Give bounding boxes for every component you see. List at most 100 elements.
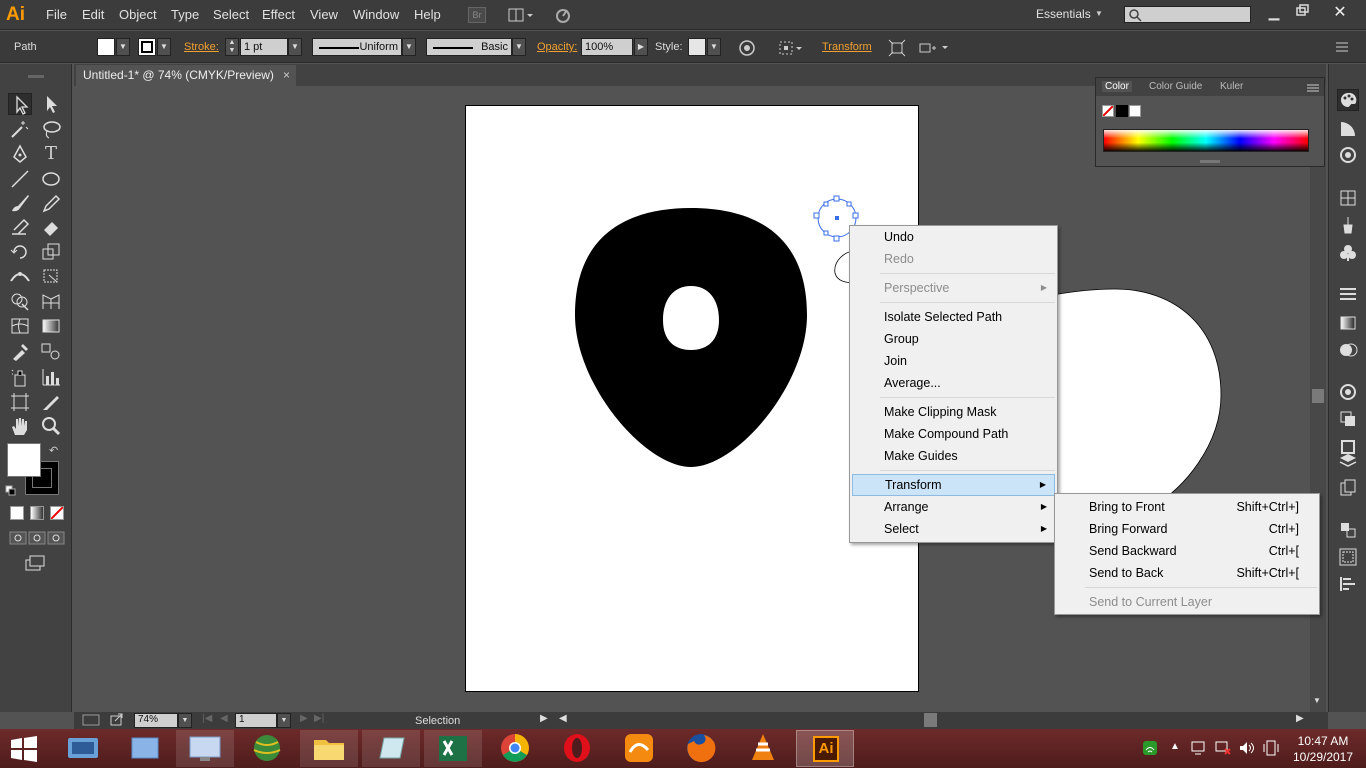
menu-edit[interactable]: Edit xyxy=(82,7,104,22)
column-graph-tool-icon[interactable] xyxy=(39,366,63,388)
artboard-nav-icon[interactable] xyxy=(82,714,100,726)
windows-start-icon[interactable] xyxy=(8,734,40,764)
eyedropper-tool-icon[interactable] xyxy=(8,340,32,362)
artboard-number-input[interactable]: 1 xyxy=(235,713,277,728)
menu-item-send-to-back[interactable]: Send to Back Shift+Ctrl+[ xyxy=(1057,562,1317,584)
lasso-tool-icon[interactable] xyxy=(39,118,63,140)
shape-builder-tool-icon[interactable] xyxy=(8,290,32,312)
opera-icon[interactable] xyxy=(548,730,606,767)
black-swatch[interactable] xyxy=(1116,105,1128,117)
appearance-icon[interactable] xyxy=(1338,382,1358,402)
clock-time[interactable]: 10:47 AM xyxy=(1288,734,1358,748)
more-options-icon[interactable] xyxy=(918,39,952,57)
volume-icon[interactable] xyxy=(1238,740,1256,756)
mesh-tool-icon[interactable] xyxy=(8,315,32,337)
menu-item-make-guides[interactable]: Make Guides xyxy=(852,445,1055,467)
zoom-input[interactable]: 74% xyxy=(134,713,178,728)
profile-dropdown[interactable]: ▼ xyxy=(402,38,416,56)
align-options-icon[interactable] xyxy=(778,39,804,57)
tab-color[interactable]: Color xyxy=(1102,81,1132,92)
stroke-dropdown[interactable]: ▼ xyxy=(157,38,171,56)
opacity-panel-link[interactable]: Opacity: xyxy=(537,41,577,53)
menu-item-send-backward[interactable]: Send Backward Ctrl+[ xyxy=(1057,540,1317,562)
minimize-button[interactable]: ▁ xyxy=(1264,4,1284,20)
blob-brush-tool-icon[interactable] xyxy=(8,216,32,238)
scroll-down-arrow[interactable]: ▼ xyxy=(1313,696,1321,705)
transform-panel-link[interactable]: Transform xyxy=(822,41,872,53)
file-explorer-icon[interactable] xyxy=(300,730,358,767)
menu-object[interactable]: Object xyxy=(119,7,157,22)
device-icon[interactable] xyxy=(1262,740,1280,756)
fill-swatch[interactable] xyxy=(97,38,115,56)
menu-item-bring-to-front[interactable]: Bring to Front Shift+Ctrl+] xyxy=(1057,496,1317,518)
panel-menu-icon[interactable] xyxy=(1334,40,1350,54)
menu-help[interactable]: Help xyxy=(414,7,441,22)
export-icon[interactable] xyxy=(109,713,125,727)
default-fill-stroke-icon[interactable] xyxy=(5,485,17,497)
opacity-input[interactable]: 100% xyxy=(581,38,633,56)
white-outlined-shape[interactable] xyxy=(1052,288,1222,506)
graphic-styles-icon[interactable] xyxy=(1338,409,1358,429)
ellipse-tool-icon[interactable] xyxy=(39,168,63,190)
draw-modes-icon[interactable] xyxy=(8,530,66,546)
brush-definition[interactable]: Basic xyxy=(426,38,512,56)
selection-tool-icon[interactable] xyxy=(8,93,32,115)
transform-panel-icon[interactable] xyxy=(1338,520,1358,540)
menu-item-group[interactable]: Group xyxy=(852,328,1055,350)
fill-color-front[interactable] xyxy=(7,443,41,477)
menu-item-select[interactable]: Select ▶ xyxy=(852,518,1055,540)
horizontal-scroll-thumb[interactable] xyxy=(924,713,937,727)
next-artboard-button[interactable]: ▶ xyxy=(300,713,308,724)
pencil-tool-icon[interactable] xyxy=(39,192,63,214)
gpu-performance-icon[interactable] xyxy=(553,6,573,24)
menu-type[interactable]: Type xyxy=(171,7,199,22)
bridge-button[interactable]: Br xyxy=(468,7,486,23)
close-tab-icon[interactable]: × xyxy=(283,68,290,82)
status-menu-arrow[interactable]: ▶ xyxy=(540,713,548,724)
globe-browser-icon[interactable] xyxy=(238,730,296,767)
menu-item-average[interactable]: Average... xyxy=(852,372,1055,394)
document-tab[interactable]: Untitled-1* @ 74% (CMYK/Preview) × xyxy=(76,65,296,86)
firefox-icon[interactable] xyxy=(672,730,730,767)
brush-dropdown[interactable]: ▼ xyxy=(512,38,526,56)
symbol-sprayer-tool-icon[interactable] xyxy=(8,366,32,388)
screen-mode-icon[interactable] xyxy=(24,554,48,572)
tab-color-guide[interactable]: Color Guide xyxy=(1149,81,1202,92)
scroll-thumb[interactable] xyxy=(1312,389,1324,403)
recolor-artwork-icon[interactable] xyxy=(738,39,756,57)
menu-item-isolate-selected-path[interactable]: Isolate Selected Path xyxy=(852,306,1055,328)
gradient-tool-icon[interactable] xyxy=(39,315,63,337)
zoom-dropdown[interactable]: ▼ xyxy=(178,713,192,728)
stroke-swatch[interactable] xyxy=(138,38,156,56)
chrome-icon[interactable] xyxy=(486,730,544,767)
stroke-weight-stepper[interactable]: ▲ ▼ xyxy=(225,38,239,56)
uc-browser-icon[interactable] xyxy=(610,730,668,767)
line-segment-tool-icon[interactable] xyxy=(8,168,32,190)
menu-item-undo[interactable]: Undo xyxy=(852,226,1055,248)
color-mode-icon[interactable] xyxy=(10,506,24,520)
menu-item-make-compound-path[interactable]: Make Compound Path xyxy=(852,423,1055,445)
isolate-icon[interactable] xyxy=(888,39,906,57)
menu-window[interactable]: Window xyxy=(353,7,399,22)
close-icon[interactable]: ✕ xyxy=(1330,2,1350,21)
arrange-documents-icon[interactable] xyxy=(508,7,534,23)
pathfinder-icon[interactable] xyxy=(1338,574,1358,594)
free-transform-tool-icon[interactable] xyxy=(39,265,63,287)
action-center-icon[interactable] xyxy=(1190,740,1208,756)
remote-desktop-icon[interactable] xyxy=(176,730,234,767)
perspective-grid-tool-icon[interactable] xyxy=(39,290,63,312)
magic-wand-tool-icon[interactable] xyxy=(8,118,32,140)
symbols-icon[interactable] xyxy=(1338,243,1358,263)
slice-tool-icon[interactable] xyxy=(39,391,63,413)
white-swatch[interactable] xyxy=(1129,105,1141,117)
artboard-dropdown[interactable]: ▼ xyxy=(277,713,291,728)
variable-width-profile[interactable]: Uniform xyxy=(312,38,402,56)
eraser-tool-icon[interactable] xyxy=(39,216,63,238)
brushes-icon[interactable] xyxy=(1338,215,1358,235)
idm-icon[interactable] xyxy=(54,730,112,767)
direct-selection-tool-icon[interactable] xyxy=(39,93,63,115)
vertical-scrollbar[interactable]: ▼ xyxy=(1310,86,1326,712)
menu-file[interactable]: File xyxy=(46,7,67,22)
notepad-icon[interactable] xyxy=(362,730,420,767)
file-sync-icon[interactable] xyxy=(116,730,174,767)
